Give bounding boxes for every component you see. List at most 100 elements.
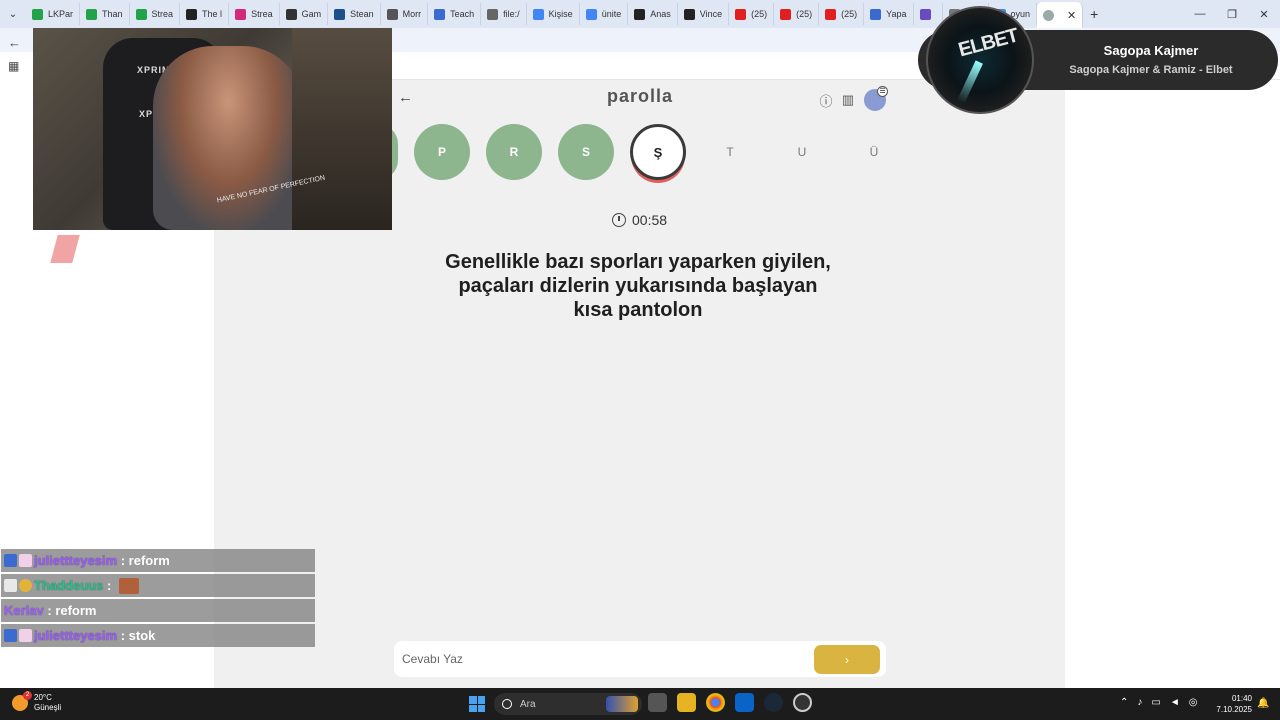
browser-tab[interactable]: Yapa bbox=[864, 3, 914, 25]
browser-tab[interactable]: LKPar bbox=[26, 3, 81, 25]
taskbar-apps bbox=[648, 693, 812, 712]
weather-widget[interactable]: 2 20°C Güneşli bbox=[12, 691, 61, 713]
chat-text: stok bbox=[128, 628, 156, 643]
user-avatar[interactable]: ☰ bbox=[864, 86, 888, 111]
chat-separator: : bbox=[117, 553, 129, 568]
info-icon[interactable]: ⓘ bbox=[818, 92, 834, 109]
tab-label: (25) bbox=[751, 9, 768, 19]
network-icon[interactable]: ◎ bbox=[1189, 697, 1198, 708]
chat-separator: : bbox=[43, 603, 56, 618]
microphone-icon[interactable]: ♪ bbox=[1137, 697, 1142, 708]
chat-username[interactable]: juliettteyesim bbox=[34, 628, 117, 643]
notification-bell-icon[interactable]: 🔔 bbox=[1257, 698, 1269, 709]
chat-emote-image bbox=[118, 577, 139, 594]
tab-label: (25) bbox=[796, 9, 813, 19]
browser-tab[interactable]: Strea bbox=[229, 3, 280, 25]
letter-bubble-pending: U bbox=[774, 124, 830, 180]
taskbar-clock[interactable]: 01:40 7.10.2025 bbox=[1212, 693, 1252, 715]
tab-favicon-icon bbox=[735, 8, 747, 20]
tab-label: Anas bbox=[650, 9, 671, 19]
browser-tab[interactable]: Teach bbox=[428, 3, 482, 25]
tab-label: Vince bbox=[699, 9, 723, 19]
browser-tab[interactable]: Vince bbox=[678, 3, 730, 25]
tab-label: Strea bbox=[251, 9, 273, 19]
tab-favicon-icon bbox=[870, 8, 882, 20]
apps-grid-icon[interactable]: ▦ bbox=[8, 59, 19, 73]
browser-tab[interactable]: (25) bbox=[819, 3, 865, 25]
browser-tab[interactable]: The l bbox=[180, 3, 230, 25]
browser-tab[interactable]: (25) bbox=[774, 3, 820, 25]
chat-badge-icon bbox=[4, 629, 17, 642]
chat-username[interactable]: Thaddeuus bbox=[34, 578, 103, 593]
browser-tab[interactable]: Anas bbox=[628, 3, 678, 25]
browser-tab[interactable]: Gam bbox=[280, 3, 329, 25]
browser-tab-active[interactable]: ✕ bbox=[1037, 2, 1084, 28]
browser-tab[interactable]: ünite bbox=[580, 3, 629, 25]
browser-tab[interactable]: Stean bbox=[328, 3, 381, 25]
tab-favicon-icon bbox=[634, 8, 646, 20]
tab-favicon-icon bbox=[585, 8, 597, 20]
tab-label: Teach bbox=[450, 9, 475, 19]
taskbar-time: 01:40 bbox=[1231, 694, 1252, 703]
submit-answer-button[interactable]: › bbox=[814, 645, 880, 674]
system-tray: ⌃ ♪ ▭ ◄ ◎ bbox=[1120, 697, 1197, 708]
start-button[interactable] bbox=[469, 696, 485, 712]
chat-username[interactable]: juliettteyesim bbox=[34, 553, 117, 568]
browser-tab[interactable]: (25) bbox=[729, 3, 775, 25]
volume-icon[interactable]: ◄ bbox=[1170, 697, 1180, 708]
now-playing-track: Sagopa Kajmer & Ramiz - Elbet bbox=[1069, 64, 1233, 76]
browser-tab[interactable]: Kişise bbox=[527, 3, 580, 25]
chat-message: juliettteyesim : stok bbox=[1, 624, 315, 647]
close-window-button[interactable]: ✕ bbox=[1248, 8, 1280, 21]
chat-message: juliettteyesim : reform bbox=[1, 549, 315, 572]
tab-favicon-icon bbox=[135, 8, 147, 20]
chrome-icon[interactable] bbox=[706, 693, 725, 712]
browser-tab[interactable] bbox=[914, 3, 943, 25]
close-tab-icon[interactable]: ✕ bbox=[1067, 9, 1076, 22]
steam-icon[interactable] bbox=[764, 693, 783, 712]
webcam-overlay: XPRIME XPRIME HAVE NO FEAR OF PERFECTION bbox=[33, 28, 392, 230]
chat-badge-icon bbox=[19, 554, 32, 567]
back-arrow-icon[interactable]: ← bbox=[8, 35, 21, 50]
tab-favicon-icon bbox=[386, 8, 398, 20]
new-tab-button[interactable]: + bbox=[1083, 6, 1105, 22]
tab-list: LKPar Than Strea The l Strea Gam Stean Morr Teac… bbox=[26, 0, 1084, 28]
tab-label: (25) bbox=[841, 9, 858, 19]
question-text: Genellikle bazı sporları yaparken giyile… bbox=[445, 251, 831, 321]
browser-tab[interactable]: Than bbox=[80, 3, 130, 25]
letter-ring: PRSŞTUÜ bbox=[378, 124, 902, 184]
task-view-icon[interactable] bbox=[648, 693, 667, 712]
chevron-right-icon: › bbox=[845, 652, 849, 667]
browser-tab[interactable]: Morr bbox=[381, 3, 429, 25]
timer: 00:58 bbox=[612, 212, 667, 228]
tab-search-chevron-icon[interactable]: ⌄ bbox=[0, 0, 26, 28]
avatar-badge-icon: ☰ bbox=[877, 86, 888, 97]
search-icon bbox=[502, 699, 512, 709]
browser-tab[interactable]: Strea bbox=[130, 3, 181, 25]
obs-icon[interactable] bbox=[793, 693, 812, 712]
outlook-icon[interactable] bbox=[735, 693, 754, 712]
browser-tab[interactable]: file:/ bbox=[481, 3, 527, 25]
stats-icon[interactable]: ▥ bbox=[840, 92, 856, 108]
tab-favicon-icon bbox=[825, 8, 837, 20]
letter-bubble-pending: T bbox=[702, 124, 758, 180]
chat-message: Thaddeuus : bbox=[1, 574, 315, 597]
file-explorer-icon[interactable] bbox=[677, 693, 696, 712]
timer-value: 00:58 bbox=[632, 212, 668, 228]
window-controls: — ❐ ✕ bbox=[1184, 0, 1280, 28]
tab-favicon-icon bbox=[285, 8, 297, 20]
tray-chevron-up-icon[interactable]: ⌃ bbox=[1120, 697, 1128, 708]
taskbar-search[interactable]: Ara bbox=[494, 693, 642, 715]
page-right-margin bbox=[1065, 80, 1280, 688]
game-back-icon[interactable]: ← bbox=[398, 89, 413, 106]
weather-alert-count: 2 bbox=[23, 691, 32, 700]
tab-label: file:/ bbox=[503, 9, 520, 19]
letter-bubble-done: R bbox=[486, 124, 542, 180]
minimize-button[interactable]: — bbox=[1184, 8, 1216, 20]
restore-button[interactable]: ❐ bbox=[1216, 8, 1248, 21]
tab-favicon-icon bbox=[1043, 9, 1055, 21]
answer-input[interactable] bbox=[402, 648, 802, 670]
chat-username[interactable]: Kerlav bbox=[4, 603, 44, 618]
album-disc-image: ELBET bbox=[926, 6, 1034, 114]
display-icon[interactable]: ▭ bbox=[1151, 697, 1160, 708]
